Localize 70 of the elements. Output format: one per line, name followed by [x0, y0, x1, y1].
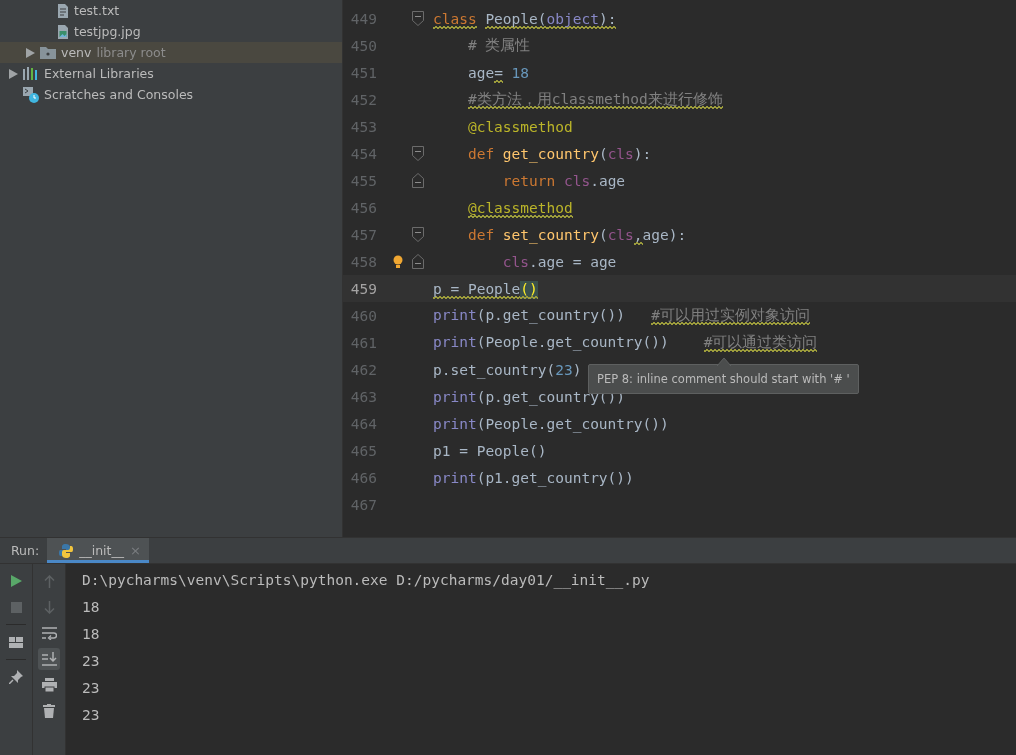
console-line: 23 [82, 678, 101, 698]
line-number: 451 [349, 64, 377, 81]
tree-item-label[interactable]: External Libraries [44, 66, 154, 81]
fold-icon[interactable] [412, 173, 424, 188]
console-line: D:\pycharms\venv\Scripts\python.exe D:/pycharms/day01/__init__.py [82, 570, 651, 591]
scratches-icon [23, 86, 39, 103]
code-line: return cls.age [501, 172, 626, 189]
soft-wrap-icon[interactable] [41, 626, 57, 640]
pin-icon[interactable] [9, 670, 23, 684]
line-number: 459 [349, 280, 377, 297]
line-number: 452 [349, 91, 377, 108]
line-number: 453 [349, 118, 377, 135]
image-file-icon [57, 24, 69, 39]
folder-icon [40, 46, 56, 59]
code-line: age= 18 [466, 64, 530, 81]
line-number: 454 [349, 145, 377, 162]
code-line: p.set_country(23) [433, 361, 582, 378]
line-number: 455 [349, 172, 377, 189]
trash-icon[interactable] [43, 704, 55, 718]
console-line: 23 [82, 705, 101, 725]
run-tab[interactable]: __init__ × [47, 538, 149, 563]
code-line: print(p.get_country()) #可以用过实例对象访问 [433, 306, 810, 325]
code-line: @classmethod [466, 118, 573, 135]
line-number: 467 [349, 496, 377, 513]
code-line: print(People.get_country()) #可以通过类访问 [433, 333, 818, 352]
console-line: 18 [82, 624, 101, 644]
line-number: 456 [349, 199, 377, 216]
lightbulb-icon[interactable] [393, 255, 403, 269]
layout-icon[interactable] [9, 636, 23, 648]
text-file-icon [57, 3, 69, 18]
line-number: 462 [349, 361, 377, 378]
fold-icon[interactable] [412, 254, 424, 269]
tree-item-label[interactable]: test.txt [74, 3, 120, 18]
line-number: 461 [349, 334, 377, 351]
collapsed-arrow-icon[interactable] [8, 68, 18, 79]
console-line: 23 [82, 651, 101, 671]
line-number: 465 [349, 442, 377, 459]
tree-item-label[interactable]: venv [61, 45, 92, 60]
code-line: cls.age = age [501, 253, 617, 270]
library-icon [23, 67, 39, 80]
python-icon [59, 543, 74, 558]
scroll-to-end-icon[interactable] [41, 652, 57, 666]
print-icon[interactable] [41, 678, 57, 692]
fold-icon[interactable] [412, 11, 424, 26]
code-line: print(p1.get_country()) [433, 469, 634, 486]
tooltip-pointer [717, 358, 731, 366]
tree-item-label[interactable]: testjpg.jpg [74, 24, 141, 39]
line-number: 450 [349, 37, 377, 54]
code-line: p = People() [433, 280, 538, 297]
code-line: print(People.get_country()) [433, 415, 669, 432]
line-number: 458 [349, 253, 377, 270]
run-icon[interactable] [10, 575, 22, 587]
code-line: p1 = People() [433, 442, 547, 459]
code-line: # 类属性 [466, 36, 531, 55]
line-number: 457 [349, 226, 377, 243]
code-line: class People(object): [433, 10, 617, 27]
fold-icon[interactable] [412, 146, 424, 161]
tree-item-label[interactable]: Scratches and Consoles [44, 87, 194, 102]
collapsed-arrow-icon[interactable] [25, 47, 35, 58]
tree-item-hint: library root [96, 45, 166, 60]
code-line: def set_country(cls,age): [466, 226, 687, 243]
line-number: 464 [349, 415, 377, 432]
console-line: 18 [82, 597, 101, 617]
line-number: 449 [349, 10, 377, 27]
line-number: 466 [349, 469, 377, 486]
fold-icon[interactable] [412, 227, 424, 242]
code-line: def get_country(cls): [466, 145, 652, 162]
line-number: 463 [349, 388, 377, 405]
run-label: Run: [10, 543, 41, 558]
line-number: 460 [349, 307, 377, 324]
